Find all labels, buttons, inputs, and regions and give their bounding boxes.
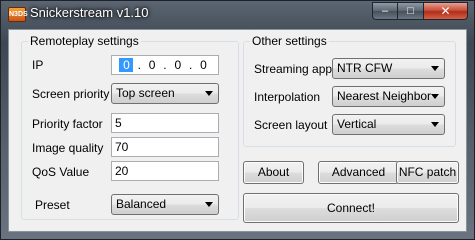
ip-dot: . bbox=[137, 58, 141, 72]
screen-priority-value: Top screen bbox=[116, 86, 175, 100]
remoteplay-settings-title: Remoteplay settings bbox=[28, 34, 141, 48]
chevron-down-icon bbox=[205, 91, 213, 96]
qos-value-label: QoS Value bbox=[32, 165, 90, 179]
interpolation-value: Nearest Neighbor bbox=[337, 89, 432, 103]
qos-value-input[interactable]: 20 bbox=[111, 161, 219, 181]
maximize-icon: □ bbox=[407, 5, 414, 17]
ip-address-field[interactable]: 0 . 0 . 0 . 0 bbox=[111, 55, 219, 75]
ip-label: IP bbox=[32, 58, 44, 72]
image-quality-input[interactable]: 70 bbox=[111, 137, 219, 157]
nfc-patch-button[interactable]: NFC patch bbox=[396, 161, 459, 184]
ip-octet-4[interactable]: 0 bbox=[196, 58, 210, 72]
screen-priority-label: Screen priority bbox=[32, 87, 110, 101]
other-settings-title: Other settings bbox=[250, 34, 329, 48]
chevron-down-icon bbox=[205, 202, 213, 207]
app-icon-label: N3DS bbox=[9, 11, 28, 18]
preset-value: Balanced bbox=[116, 197, 167, 211]
about-button[interactable]: About bbox=[243, 161, 304, 184]
preset-dropdown[interactable]: Balanced bbox=[111, 194, 219, 215]
ip-octet-2[interactable]: 0 bbox=[145, 58, 159, 72]
preset-label: Preset bbox=[35, 198, 70, 212]
connect-button[interactable]: Connect! bbox=[243, 193, 459, 223]
interpolation-dropdown[interactable]: Nearest Neighbor bbox=[332, 86, 445, 107]
screen-layout-label: Screen layout bbox=[254, 118, 328, 132]
chevron-down-icon bbox=[431, 66, 439, 71]
priority-factor-label: Priority factor bbox=[32, 117, 103, 131]
main-window: N3DS Snickerstream v1.10 – □ ✕ Remotepla… bbox=[0, 0, 475, 240]
screen-priority-dropdown[interactable]: Top screen bbox=[111, 83, 219, 104]
ip-dot: . bbox=[163, 58, 167, 72]
remoteplay-settings-group: Remoteplay settings IP 0 . 0 . 0 . 0 Scr… bbox=[21, 34, 239, 220]
window-title: Snickerstream v1.10 bbox=[30, 5, 149, 20]
maximize-button[interactable]: □ bbox=[398, 2, 424, 20]
client-area: Remoteplay settings IP 0 . 0 . 0 . 0 Scr… bbox=[8, 29, 467, 232]
ip-octet-3[interactable]: 0 bbox=[171, 58, 185, 72]
qos-value: 20 bbox=[115, 164, 129, 178]
close-button[interactable]: ✕ bbox=[424, 2, 468, 20]
interpolation-label: Interpolation bbox=[254, 90, 321, 104]
image-quality-label: Image quality bbox=[32, 141, 104, 155]
ip-octet-1[interactable]: 0 bbox=[119, 58, 134, 72]
priority-factor-value: 5 bbox=[115, 116, 122, 130]
advanced-button[interactable]: Advanced bbox=[318, 161, 399, 184]
caption-buttons: – □ ✕ bbox=[372, 2, 468, 20]
image-quality-value: 70 bbox=[115, 140, 129, 154]
chevron-down-icon bbox=[431, 122, 439, 127]
title-bar[interactable]: N3DS Snickerstream v1.10 – □ ✕ bbox=[1, 1, 474, 27]
streaming-app-dropdown[interactable]: NTR CFW bbox=[332, 58, 445, 79]
close-icon: ✕ bbox=[440, 4, 451, 18]
streaming-app-value: NTR CFW bbox=[337, 61, 393, 75]
chevron-down-icon bbox=[431, 94, 439, 99]
streaming-app-label: Streaming app bbox=[254, 62, 333, 76]
ip-dot: . bbox=[188, 58, 193, 72]
screen-layout-value: Vertical bbox=[337, 117, 377, 131]
minimize-icon: – bbox=[381, 5, 389, 17]
app-icon: N3DS bbox=[8, 7, 28, 22]
minimize-button[interactable]: – bbox=[372, 2, 398, 20]
screen-layout-dropdown[interactable]: Vertical bbox=[332, 114, 445, 135]
priority-factor-input[interactable]: 5 bbox=[111, 113, 219, 133]
other-settings-group: Other settings Streaming app NTR CFW Int… bbox=[243, 34, 456, 147]
